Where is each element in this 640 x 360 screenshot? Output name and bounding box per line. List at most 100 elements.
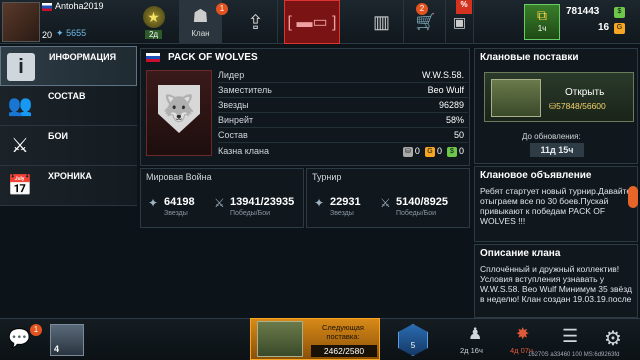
- debug-text: 16270S a33460 100 MS:6d9263fd: [528, 352, 620, 358]
- scroll-indicator[interactable]: [628, 186, 638, 208]
- deputy-value[interactable]: Beo Wulf: [428, 85, 464, 95]
- hangar-tank-button[interactable]: [ ▬▭ ]: [284, 0, 340, 44]
- sidebar-label-info: ИНФОРМАЦИЯ: [49, 52, 117, 62]
- world-war-title: Мировая Война: [146, 172, 212, 182]
- wolf-shield-icon: 🐺: [158, 85, 200, 133]
- row-key: Состав: [218, 130, 248, 140]
- t-wins-label: Победы/Бои: [396, 210, 437, 217]
- ww-stars: 64198: [164, 196, 195, 208]
- row-key: Звезды: [218, 100, 249, 110]
- clan-name: PACK OF WOLVES: [168, 52, 258, 63]
- clan-row-stars: Звезды 96289: [218, 98, 468, 113]
- row-key: Казна клана: [218, 146, 270, 156]
- clan-row-deputy: Заместитель Beo Wulf: [218, 83, 468, 98]
- description-title: Описание клана: [480, 248, 561, 259]
- supply-crate-icon: [257, 321, 303, 357]
- next-supply-value: 2462/2580: [311, 345, 377, 357]
- gems-currency-icon: G: [614, 23, 625, 34]
- player-level: 20: [42, 30, 53, 40]
- clan-notification-badge: 1: [216, 3, 228, 15]
- supplies-crate[interactable]: Открыть ⛁57848/56600: [484, 72, 634, 122]
- sidebar-label-members: СОСТАВ: [48, 91, 86, 101]
- sale-badge: %: [456, 0, 472, 14]
- treasury-gold: 0: [436, 146, 442, 156]
- crates-button[interactable]: 4: [50, 324, 84, 356]
- calendar-icon: 📅: [7, 175, 33, 197]
- gift-icon: ▣: [452, 13, 467, 30]
- supplies-progress: ⛁57848/56600: [549, 101, 606, 111]
- clan-icon: ☗: [192, 6, 209, 26]
- ww-wins-label: Победы/Бои: [230, 210, 271, 217]
- clan-flag-icon: [146, 53, 160, 62]
- chat-button[interactable]: 💬: [8, 328, 30, 349]
- rank-star-icon: ★: [142, 5, 165, 28]
- clan-row-winrate: Винрейт 58%: [218, 113, 468, 128]
- row-key: Лидер: [218, 70, 245, 80]
- clan-emblem[interactable]: 🐺: [146, 70, 212, 156]
- sidebar-item-members[interactable]: 👥 СОСТАВ: [0, 86, 137, 126]
- next-supply-button[interactable]: Следующая поставка: 2462/2580: [250, 318, 380, 360]
- announcement-text: Ребят стартует новый турнир.Давайте отыг…: [480, 186, 632, 226]
- sidebar-item-chronicle[interactable]: 📅 ХРОНИКА: [0, 166, 137, 206]
- crossed-swords-icon: ⚔: [214, 196, 225, 210]
- treasury-silver: 0: [414, 146, 420, 156]
- clan-row-leader: Лидер W.W.S.58.: [218, 68, 468, 83]
- tournament-title: Турнир: [312, 172, 342, 182]
- gold-coin-icon: G: [424, 146, 435, 157]
- t-wins: 5140/8925: [396, 196, 448, 208]
- gold-currency-icon: $: [614, 7, 625, 18]
- ww-wins: 13941/23935: [230, 196, 295, 208]
- timer-one: 2д 16ч: [460, 346, 483, 355]
- rating-icon: ✦: [56, 28, 64, 38]
- update-label: До обновления:: [522, 132, 581, 141]
- shop-notification-badge: 2: [416, 3, 428, 15]
- cart-icon: 🛒: [415, 14, 436, 31]
- members-icon: 👥: [7, 95, 33, 117]
- missile-icon[interactable]: ✸: [516, 324, 529, 344]
- crate-icon: [491, 79, 541, 117]
- upgrade-arrow-icon: ⇪: [247, 11, 264, 34]
- boost-time: 1ч: [537, 24, 547, 33]
- sidebar-item-battles[interactable]: ⚔ БОИ: [0, 126, 137, 166]
- description-text: Сплочённый и дружный коллектив! Условия …: [480, 264, 632, 304]
- player-name: Antoha2019: [55, 1, 104, 11]
- tank-icon: [ ▬▭ ]: [287, 14, 337, 31]
- stars-value: 96289: [438, 100, 464, 110]
- avatar[interactable]: [2, 2, 40, 42]
- winrate-value: 58%: [445, 115, 464, 125]
- upgrade-button[interactable]: ⇪: [234, 0, 278, 44]
- russia-flag-icon: [42, 3, 52, 11]
- clan-row-members: Состав 50: [218, 128, 468, 143]
- treasury-values: ⛁ 0 G0 $0: [402, 146, 464, 157]
- crossed-swords-icon: ⚔: [11, 135, 29, 157]
- supplies-title: Клановые поставки: [480, 52, 579, 63]
- stars-icon: ✦: [148, 196, 159, 210]
- chat-notification-badge: 1: [30, 324, 42, 336]
- rank-button[interactable]: ★ 2д: [128, 0, 180, 44]
- sidebar-item-info[interactable]: i ИНФОРМАЦИЯ: [0, 46, 137, 86]
- cash-icon: $: [446, 146, 457, 157]
- gems-amount: 16: [598, 22, 610, 33]
- clan-row-treasury: Казна клана ⛁ 0 G0 $0: [218, 144, 468, 159]
- crossed-swords-icon: ⚔: [380, 196, 391, 210]
- t-stars-label: Звезды: [330, 210, 354, 217]
- next-supply-label: Следующая поставка:: [322, 323, 364, 341]
- leader-value[interactable]: W.W.S.58.: [422, 70, 464, 80]
- sidebar-label-battles: БОИ: [48, 131, 68, 141]
- gold-amount: 781443: [566, 6, 600, 17]
- members-value: 50: [453, 130, 464, 140]
- rating-value: 5655: [66, 28, 87, 38]
- crates-count: 4: [54, 344, 60, 354]
- leaderboard-button[interactable]: ▥: [360, 0, 404, 44]
- treasury-cash: 0: [458, 146, 464, 156]
- announcement-title: Клановое объявление: [480, 170, 592, 181]
- player-rating: ✦ 5655: [56, 28, 86, 39]
- checklist-icon[interactable]: ☰: [562, 326, 578, 347]
- stars-icon: ✦: [314, 196, 325, 210]
- gear-icon[interactable]: ⚙: [604, 326, 622, 351]
- info-icon: i: [7, 53, 35, 81]
- clan-label: Клан: [191, 29, 210, 38]
- silver-icon: ⛁: [402, 146, 413, 157]
- soldier-icon[interactable]: ♟: [468, 324, 482, 344]
- premium-boost-button[interactable]: ⧉ 1ч: [524, 4, 560, 40]
